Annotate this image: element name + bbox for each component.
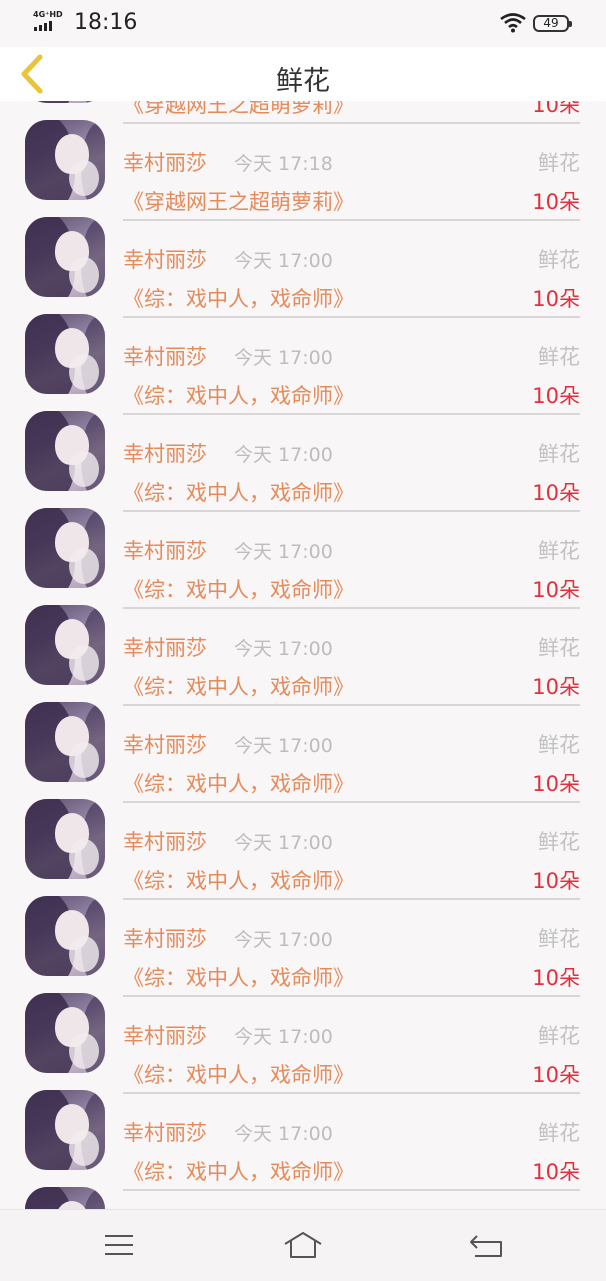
user-avatar <box>25 508 105 588</box>
gift-type: 鲜花 <box>538 539 580 563</box>
gift-time: 今天 17:00 <box>234 1123 333 1145</box>
user-name: 幸村丽莎 <box>123 733 207 757</box>
list-item[interactable] <box>0 1168 606 1209</box>
user-avatar <box>25 314 105 394</box>
gift-time: 今天 17:00 <box>234 541 333 563</box>
user-avatar <box>25 799 105 879</box>
gift-time: 今天 17:00 <box>234 444 333 466</box>
gift-time: 今天 17:00 <box>234 832 333 854</box>
network-type: 4G⁺HD <box>33 10 63 19</box>
list-item[interactable]: 幸村丽莎 今天 17:18 鲜花 《穿越网王之超萌萝莉》 10朵 <box>0 101 606 221</box>
list-item[interactable]: 幸村丽莎 今天 17:00 鲜花 《综：戏中人，戏命师》 10朵 <box>0 877 606 997</box>
gift-type: 鲜花 <box>538 442 580 466</box>
gift-time: 今天 17:00 <box>234 250 333 272</box>
user-avatar <box>25 702 105 782</box>
user-avatar <box>25 217 105 297</box>
gift-record-list: 《穿越网王之超萌萝莉》 10朵 幸村丽莎 今天 17:18 鲜花 《穿越网王之超… <box>0 101 606 1209</box>
list-item[interactable]: 幸村丽莎 今天 17:00 鲜花 《综：戏中人，戏命师》 10朵 <box>0 974 606 1094</box>
menu-icon[interactable] <box>99 1230 139 1260</box>
cellular-signal-icon: 4G⁺HD <box>33 10 69 33</box>
status-bar: 4G⁺HD 18:16 49 <box>0 0 606 47</box>
user-avatar <box>25 411 105 491</box>
user-avatar <box>25 993 105 1073</box>
status-time: 18:16 <box>74 10 138 35</box>
gift-type: 鲜花 <box>538 1024 580 1048</box>
gift-time: 今天 17:00 <box>234 347 333 369</box>
user-avatar <box>25 605 105 685</box>
gift-time: 今天 17:00 <box>234 1026 333 1048</box>
gift-type: 鲜花 <box>538 1121 580 1145</box>
list-item[interactable]: 幸村丽莎 今天 17:00 鲜花 《综：戏中人，戏命师》 10朵 <box>0 683 606 803</box>
gift-type: 鲜花 <box>538 345 580 369</box>
gift-type: 鲜花 <box>538 733 580 757</box>
user-avatar <box>25 896 105 976</box>
battery-indicator: 49 <box>533 15 572 32</box>
user-name: 幸村丽莎 <box>123 636 207 660</box>
app-header: 鲜花 <box>0 47 606 101</box>
list-item[interactable]: 幸村丽莎 今天 17:00 鲜花 《综：戏中人，戏命师》 10朵 <box>0 295 606 415</box>
list-item[interactable]: 幸村丽莎 今天 17:00 鲜花 《综：戏中人，戏命师》 10朵 <box>0 392 606 512</box>
user-name: 幸村丽莎 <box>123 830 207 854</box>
gift-type: 鲜花 <box>538 151 580 175</box>
user-name: 幸村丽莎 <box>123 151 207 175</box>
user-avatar <box>25 1090 105 1170</box>
user-name: 幸村丽莎 <box>123 1121 207 1145</box>
list-item[interactable]: 幸村丽莎 今天 17:00 鲜花 《综：戏中人，戏命师》 10朵 <box>0 489 606 609</box>
gift-time: 今天 17:18 <box>234 153 333 175</box>
user-name: 幸村丽莎 <box>123 345 207 369</box>
gift-time: 今天 17:00 <box>234 638 333 660</box>
user-avatar <box>25 120 105 200</box>
wifi-icon <box>500 13 526 33</box>
user-name: 幸村丽莎 <box>123 248 207 272</box>
gift-type: 鲜花 <box>538 927 580 951</box>
user-name: 幸村丽莎 <box>123 1024 207 1048</box>
gift-time: 今天 17:00 <box>234 735 333 757</box>
user-name: 幸村丽莎 <box>123 442 207 466</box>
back-icon[interactable] <box>467 1230 507 1260</box>
gift-time: 今天 17:00 <box>234 929 333 951</box>
gift-type: 鲜花 <box>538 830 580 854</box>
gift-type: 鲜花 <box>538 248 580 272</box>
home-icon[interactable] <box>283 1230 323 1260</box>
user-name: 幸村丽莎 <box>123 539 207 563</box>
list-item[interactable]: 幸村丽莎 今天 17:00 鲜花 《综：戏中人，戏命师》 10朵 <box>0 586 606 706</box>
system-navigation-bar <box>0 1209 606 1281</box>
gift-type: 鲜花 <box>538 636 580 660</box>
page-title: 鲜花 <box>276 66 330 97</box>
user-name: 幸村丽莎 <box>123 927 207 951</box>
list-item[interactable]: 幸村丽莎 今天 17:00 鲜花 《综：戏中人，戏命师》 10朵 <box>0 780 606 900</box>
list-item[interactable]: 幸村丽莎 今天 17:00 鲜花 《综：戏中人，戏命师》 10朵 <box>0 198 606 318</box>
list-item[interactable]: 幸村丽莎 今天 17:00 鲜花 《综：戏中人，戏命师》 10朵 <box>0 1071 606 1191</box>
user-avatar <box>25 1187 105 1209</box>
